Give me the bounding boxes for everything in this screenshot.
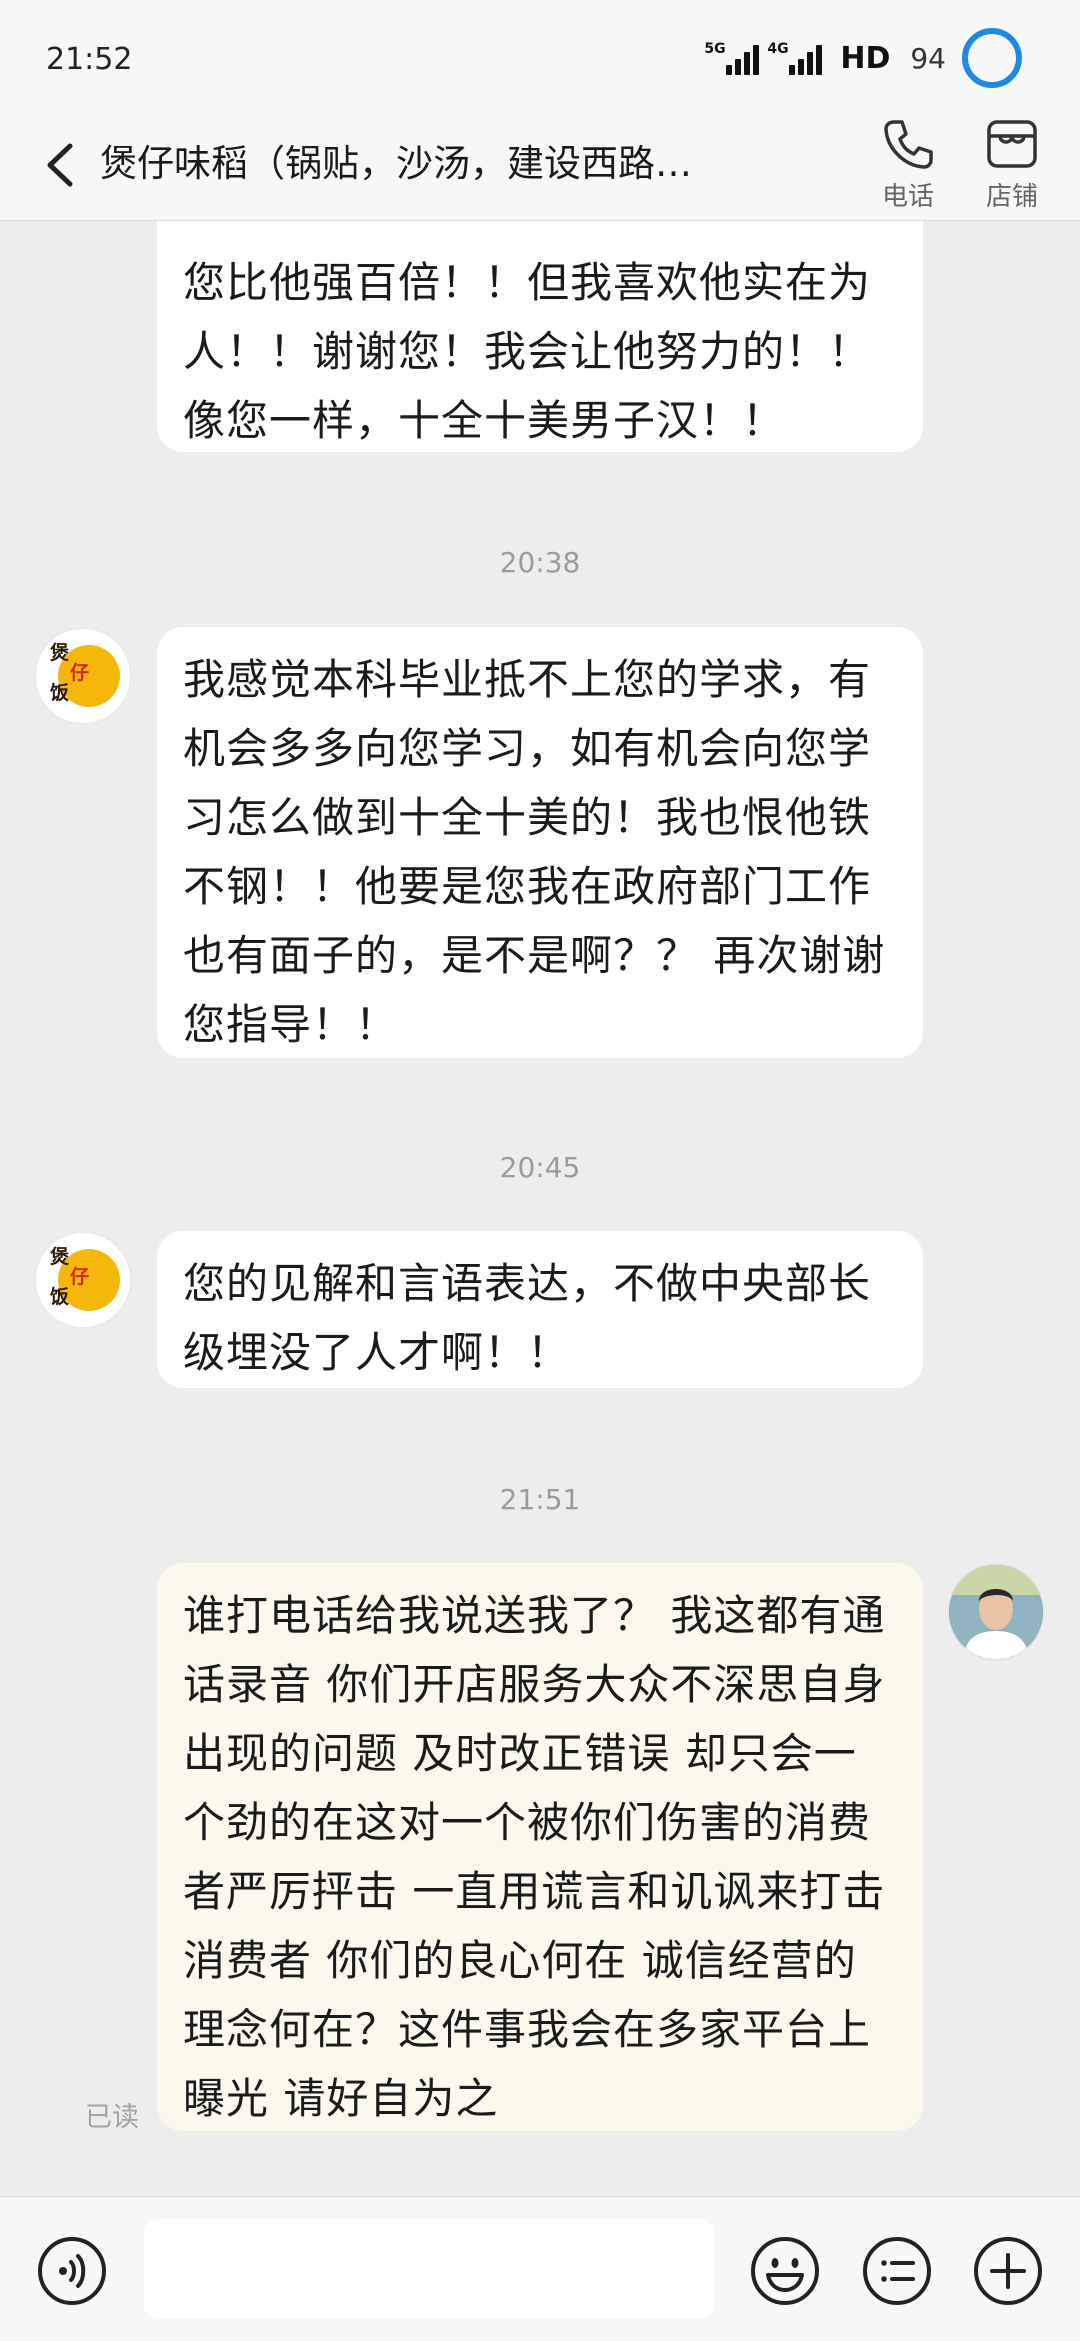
chat-header: 煲仔味稻（锅贴，沙汤，建设西路… 电话 店铺 [0, 110, 1080, 221]
status-icons: 5G 4G HD 94 [704, 28, 1022, 88]
avatar-logo-text: 饭 [50, 1286, 70, 1308]
phone-label: 电话 [881, 182, 934, 212]
message-bubble-shop[interactable]: 您的见解和言语表达，不做中央部长级埋没了人才啊！！ [157, 1231, 923, 1388]
chat-title[interactable]: 煲仔味稻（锅贴，沙汤，建设西路… [100, 132, 820, 196]
list-icon [863, 2237, 931, 2305]
avatar-logo-text: 仔 [70, 662, 90, 684]
network-type-label: 5G [704, 41, 726, 57]
user-photo-icon [949, 1565, 1043, 1659]
signal-4g-icon: 4G [767, 41, 823, 75]
message-text: 谁打电话给我说送我了？ 我这都有通话录音 你们开店服务大众不深思自身出现的问题 … [183, 1591, 886, 2123]
timestamp: 21:51 [499, 1483, 581, 1516]
back-button[interactable] [38, 138, 88, 192]
message-text: 您的见解和言语表达，不做中央部长级埋没了人才啊！！ [183, 1259, 872, 1377]
message-input[interactable] [144, 2219, 714, 2319]
status-bar: 21:52 5G 4G HD 94 [0, 0, 1080, 110]
emoji-icon [751, 2237, 819, 2305]
avatar-logo-text: 饭 [50, 682, 70, 704]
message-text: 您比他强百倍！！但我喜欢他实在为人！！谢谢您！我会让他努力的！！像您一样，十全十… [183, 258, 872, 445]
shop-avatar[interactable]: 煲 仔 饭 [34, 1231, 132, 1329]
more-button[interactable] [972, 2235, 1044, 2307]
avatar-logo-text: 煲 [50, 642, 70, 664]
user-avatar[interactable] [947, 1563, 1045, 1661]
hd-voice-icon: HD [840, 40, 891, 76]
message-text: 我感觉本科毕业抵不上您的学求，有机会多多向您学习，如有机会向您学习怎么做到十全十… [183, 655, 886, 1049]
avatar-logo-text: 煲 [50, 1246, 70, 1268]
voice-button[interactable] [36, 2235, 108, 2307]
timestamp: 20:38 [499, 546, 581, 579]
store-button[interactable]: 店铺 [962, 110, 1062, 220]
store-label: 店铺 [985, 182, 1038, 212]
emoji-button[interactable] [749, 2235, 821, 2307]
message-bubble-shop[interactable]: 我感觉本科毕业抵不上您的学求，有机会多多向您学习，如有机会向您学习怎么做到十全十… [157, 627, 923, 1058]
message-list[interactable]: 您比他强百倍！！但我喜欢他实在为人！！谢谢您！我会让他努力的！！像您一样，十全十… [0, 221, 1080, 2195]
timestamp: 20:45 [499, 1151, 581, 1184]
battery-icon [962, 28, 1022, 88]
input-bar [0, 2196, 1080, 2341]
phone-icon [884, 120, 933, 169]
battery-level: 94 [910, 41, 946, 75]
status-time: 21:52 [46, 42, 133, 77]
avatar-logo-text: 仔 [70, 1266, 90, 1288]
quick-phrases-button[interactable] [861, 2235, 933, 2307]
store-icon [987, 120, 1037, 168]
back-arrow-icon [47, 143, 73, 187]
shop-avatar[interactable]: 煲 仔 饭 [34, 627, 132, 725]
plus-icon [974, 2237, 1042, 2305]
phone-button[interactable]: 电话 [858, 110, 958, 220]
signal-5g-icon: 5G [704, 41, 760, 75]
read-receipt: 已读 [85, 2102, 139, 2133]
voice-icon [38, 2237, 106, 2305]
network-type-label-2: 4G [767, 41, 789, 57]
message-bubble-shop[interactable]: 您比他强百倍！！但我喜欢他实在为人！！谢谢您！我会让他努力的！！像您一样，十全十… [157, 221, 923, 452]
message-bubble-mine[interactable]: 谁打电话给我说送我了？ 我这都有通话录音 你们开店服务大众不深思自身出现的问题 … [157, 1563, 923, 2131]
